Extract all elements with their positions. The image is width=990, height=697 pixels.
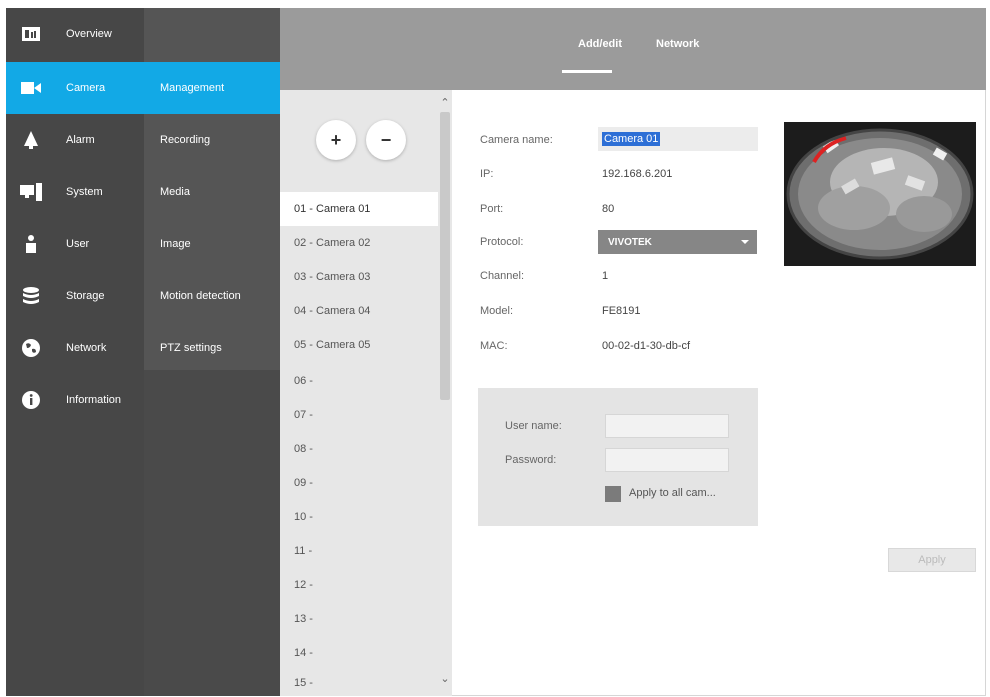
camera-preview-image	[784, 122, 976, 266]
subnav-item-motion-detection[interactable]: Motion detection	[144, 270, 280, 322]
camera-list-item[interactable]: 07 -	[280, 398, 438, 432]
camera-list-item[interactable]: 06 -	[280, 364, 438, 398]
subnav-label: Media	[160, 186, 190, 198]
camera-list-item[interactable]: 01 - Camera 01	[280, 192, 438, 226]
channel-value: 1	[602, 270, 609, 282]
tab-add-edit[interactable]: Add/edit	[578, 38, 622, 50]
nav-item-overview[interactable]: Overview	[6, 8, 144, 60]
protocol-select[interactable]: VIVOTEK	[598, 230, 757, 254]
nav-item-network[interactable]: Network	[6, 322, 144, 374]
camera-list-item[interactable]: 03 - Camera 03	[280, 260, 438, 294]
nav-label: Storage	[66, 290, 105, 302]
camera-name-input[interactable]: Camera 01	[598, 127, 758, 151]
camera-list-item[interactable]: 05 - Camera 05	[280, 328, 438, 362]
nav-item-alarm[interactable]: Alarm	[6, 114, 144, 166]
subnav-item-management[interactable]: Management	[144, 62, 280, 114]
camera-list-item[interactable]: 10 -	[280, 500, 438, 534]
tab-bar: Add/edit Network	[280, 8, 986, 90]
nav-label: Overview	[66, 28, 112, 40]
nav-label: Network	[66, 342, 107, 354]
camera-list-item[interactable]: 11 -	[280, 534, 438, 568]
overview-icon	[20, 23, 42, 45]
nav-label: User	[66, 238, 90, 250]
camera-name-label: Camera name:	[480, 134, 553, 146]
scroll-up-icon[interactable]: ⌃	[438, 96, 452, 109]
subnav-label: Management	[160, 82, 225, 94]
user-icon	[20, 233, 42, 255]
nav-label: Information	[66, 394, 122, 406]
apply-to-all-label: Apply to all cam...	[629, 487, 716, 499]
nav-item-camera[interactable]: Camera	[6, 62, 144, 114]
nav-label: Camera	[66, 82, 106, 94]
database-icon	[20, 285, 42, 307]
camera-list-item[interactable]: 15 -	[280, 670, 438, 696]
model-value: FE8191	[602, 305, 641, 317]
port-label: Port:	[480, 203, 504, 215]
subnav-label: Image	[160, 238, 191, 250]
subnav-item-recording[interactable]: Recording	[144, 114, 280, 166]
channel-label: Channel:	[480, 270, 525, 282]
remove-camera-button[interactable]: −	[366, 120, 406, 160]
subnav-item-media[interactable]: Media	[144, 166, 280, 218]
apply-to-all-checkbox[interactable]	[605, 486, 621, 502]
active-tab-indicator	[562, 70, 612, 73]
chevron-down-icon	[741, 240, 749, 244]
camera-list-item[interactable]: 02 - Camera 02	[280, 226, 438, 260]
scrollbar-thumb[interactable]	[440, 112, 450, 400]
nav-item-information[interactable]: Information	[6, 374, 144, 426]
camera-icon	[20, 77, 42, 99]
nav-item-user[interactable]: User	[6, 218, 144, 270]
camera-list-item[interactable]: 09 -	[280, 466, 438, 500]
scroll-down-icon[interactable]: ⌄	[438, 672, 452, 685]
protocol-label: Protocol:	[480, 236, 524, 248]
subnav-label: PTZ settings	[160, 342, 222, 354]
password-input[interactable]	[605, 448, 729, 472]
subnav-label: Motion detection	[160, 290, 241, 302]
protocol-value: VIVOTEK	[608, 236, 652, 248]
camera-list-item[interactable]: 08 -	[280, 432, 438, 466]
subnav-item-ptz-settings[interactable]: PTZ settings	[144, 322, 280, 374]
port-value: 80	[602, 203, 615, 215]
globe-icon	[20, 337, 42, 359]
camera-list-item[interactable]: 13 -	[280, 602, 438, 636]
bell-icon	[20, 129, 42, 151]
camera-list-item[interactable]: 04 - Camera 04	[280, 294, 438, 328]
camera-list-item[interactable]: 12 -	[280, 568, 438, 602]
ip-label: IP:	[480, 168, 494, 180]
nav-item-system[interactable]: System	[6, 166, 144, 218]
subnav-item-image[interactable]: Image	[144, 218, 280, 270]
nav-label: Alarm	[66, 134, 95, 146]
nav-item-storage[interactable]: Storage	[6, 270, 144, 322]
computer-icon	[20, 181, 42, 203]
model-label: Model:	[480, 305, 514, 317]
primary-nav: Overview Camera Alarm System User Storag…	[6, 8, 144, 696]
username-label: User name:	[505, 420, 562, 432]
camera-name-value: Camera 01	[602, 132, 661, 146]
apply-button[interactable]: Apply	[888, 548, 976, 572]
mac-value: 00-02-d1-30-db-cf	[602, 340, 691, 352]
username-input[interactable]	[605, 414, 729, 438]
info-icon	[20, 389, 42, 411]
password-label: Password:	[505, 454, 557, 466]
camera-list-item[interactable]: 14 -	[280, 636, 438, 670]
mac-label: MAC:	[480, 340, 508, 352]
add-camera-button[interactable]: +	[316, 120, 356, 160]
nav-label: System	[66, 186, 103, 198]
ip-value: 192.168.6.201	[602, 168, 673, 180]
tab-network[interactable]: Network	[656, 38, 699, 50]
subnav-label: Recording	[160, 134, 211, 146]
secondary-nav-filler	[144, 370, 280, 696]
